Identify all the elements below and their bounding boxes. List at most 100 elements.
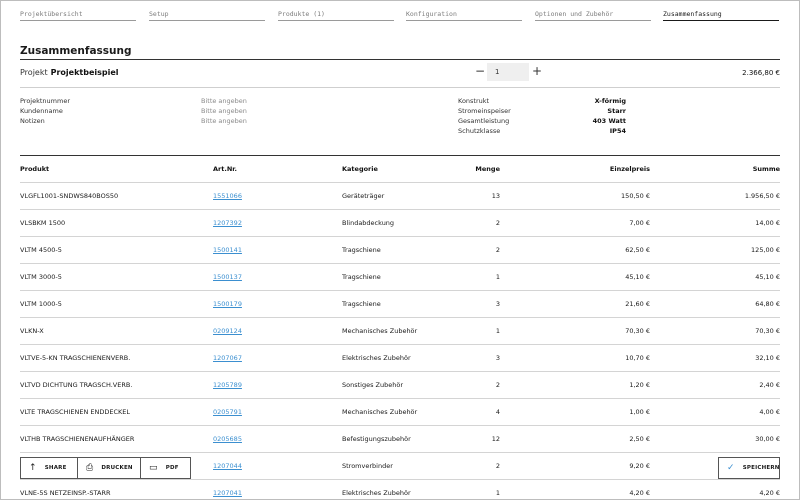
cell-produkt: VLTVE-5-KN TRAGSCHIENENVERB. <box>20 354 131 362</box>
project-total: 2.366,80 € <box>742 69 780 77</box>
table-row: VLKN-X 0209124 Mechanisches Zubehör 1 70,30 … <box>20 318 780 345</box>
cell-produkt: VLKN-X <box>20 327 44 335</box>
article-number-link[interactable]: 1500137 <box>213 273 242 281</box>
cell-summe: 45,10 € <box>755 273 780 281</box>
save-button[interactable]: ✓ SPEICHERN <box>718 457 780 479</box>
cell-menge: 13 <box>491 192 500 200</box>
table-row: VLNE-5S NETZEINSP.-STARR 1207041 Elektrisc… <box>20 480 780 500</box>
cell-menge: 3 <box>495 354 500 362</box>
info-key: Projektnummer <box>20 97 71 105</box>
cell-produkt: VLSBKM 1500 <box>20 219 66 227</box>
article-number-link[interactable]: 1500141 <box>213 246 242 254</box>
info-row-projektnummer: Projektnummer Bitte angeben <box>20 96 270 106</box>
cell-einzelpreis: 21,60 € <box>625 300 650 308</box>
print-button[interactable]: ⎙ DRUCKEN <box>77 457 141 479</box>
info-value: IP54 <box>609 127 626 135</box>
step-setup[interactable]: Setup <box>149 10 265 21</box>
printer-icon: ⎙ <box>86 463 94 473</box>
header-artnr: Art.Nr. <box>213 165 238 173</box>
save-label: SPEICHERN <box>742 465 780 471</box>
pdf-label: PDF <box>165 465 179 471</box>
info-value-input[interactable]: Bitte angeben <box>201 107 247 115</box>
project-info-right: Konstrukt X-förmig Stromeinspeiser Starr G… <box>458 96 628 136</box>
table-row: VLTM 1000-5 1500179 Tragschiene 3 21,60 €64,… <box>20 291 780 318</box>
quantity-plus-button[interactable]: + <box>531 63 543 81</box>
info-row-schutzklasse: Schutzklasse IP54 <box>458 126 628 136</box>
product-table: Produkt Art.Nr. Kategorie Menge Einzelpr… <box>20 156 780 500</box>
cell-menge: 1 <box>495 273 500 281</box>
cell-menge: 1 <box>495 327 500 335</box>
cell-summe: 30,00 € <box>755 435 780 443</box>
info-value-input[interactable]: Bitte angeben <box>201 97 247 105</box>
step-optionen[interactable]: Optionen und Zubehör <box>535 10 651 21</box>
info-row-gesamtleistung: Gesamtleistung 403 Watt <box>458 116 628 126</box>
table-row: VLSBKM 1500 1207392 Blindabdeckung 2 7,00 €1… <box>20 210 780 237</box>
header-einzelpreis: Einzelpreis <box>609 165 650 173</box>
pdf-button[interactable]: ▭ PDF <box>140 457 191 479</box>
step-produkte[interactable]: Produkte (1) <box>278 10 394 21</box>
cell-einzelpreis: 9,20 € <box>629 462 650 470</box>
cell-artnr: 1551066 <box>213 183 323 209</box>
header-menge: Menge <box>475 165 500 173</box>
divider <box>20 87 780 88</box>
table-header: Produkt Art.Nr. Kategorie Menge Einzelpr… <box>20 156 780 183</box>
cell-summe: 14,00 € <box>755 219 780 227</box>
table-row: VLTVE-5-KN TRAGSCHIENENVERB. 1207067 Elekt… <box>20 345 780 372</box>
article-number-link[interactable]: 0205791 <box>213 408 242 416</box>
cell-produkt: VLTM 3000-5 <box>20 273 62 281</box>
project-label: Projekt Projektbeispiel <box>20 68 119 77</box>
share-button[interactable]: ↑ SHARE <box>20 457 78 479</box>
article-number-link[interactable]: 1207044 <box>213 462 242 470</box>
info-key: Gesamtleistung <box>458 117 510 125</box>
article-number-link[interactable]: 1207041 <box>213 489 242 497</box>
info-value: 403 Watt <box>592 117 626 125</box>
info-key: Stromeinspeiser <box>458 107 511 115</box>
table-row: VLTM 3000-5 1500137 Tragschiene 1 45,10 €45,… <box>20 264 780 291</box>
header-summe: Summe <box>752 165 780 173</box>
cell-menge: 12 <box>491 435 500 443</box>
cell-summe: 64,80 € <box>755 300 780 308</box>
article-number-link[interactable]: 1500179 <box>213 300 242 308</box>
article-number-link[interactable]: 1207067 <box>213 354 242 362</box>
article-number-link[interactable]: 0205685 <box>213 435 242 443</box>
quantity-minus-button[interactable]: − <box>474 63 486 81</box>
cell-summe: 4,00 € <box>759 408 780 416</box>
cell-produkt: VLTVD DICHTUNG TRAGSCH.VERB. <box>20 381 133 389</box>
cell-einzelpreis: 7,00 € <box>629 219 650 227</box>
info-value: Starr <box>607 107 626 115</box>
info-value-input[interactable]: Bitte angeben <box>201 117 247 125</box>
cell-einzelpreis: 2,50 € <box>629 435 650 443</box>
cell-produkt: VLGFL1001-SNDWS840BOS50 <box>20 192 119 200</box>
cell-produkt: VLNE-5S NETZEINSP.-STARR <box>20 489 111 497</box>
quantity-input[interactable]: 1 <box>487 63 529 81</box>
cell-summe: 70,30 € <box>755 327 780 335</box>
page-title: Zusammenfassung <box>20 45 132 57</box>
project-info-left: Projektnummer Bitte angeben Kundenname Bit… <box>20 96 270 126</box>
cell-artnr: 0205791 <box>213 399 323 425</box>
article-number-link[interactable]: 1207392 <box>213 219 242 227</box>
table-row: VLGFL1001-SNDWS840BOS50 1551066 Geräteträg… <box>20 183 780 210</box>
step-projektuebersicht[interactable]: Projektübersicht <box>20 10 136 21</box>
step-konfiguration[interactable]: Konfiguration <box>406 10 522 21</box>
step-navigation: Projektübersicht Setup Produkte (1) Konf… <box>20 10 780 22</box>
article-number-link[interactable]: 1551066 <box>213 192 242 200</box>
divider <box>20 59 780 60</box>
cell-artnr: 1205789 <box>213 372 323 398</box>
table-body: VLGFL1001-SNDWS840BOS50 1551066 Geräteträg… <box>20 183 780 500</box>
cell-summe: 1.956,50 € <box>744 192 780 200</box>
info-key: Kundenname <box>20 107 63 115</box>
cell-artnr: 1500141 <box>213 237 323 263</box>
table-row: VLTM 4500-5 1500141 Tragschiene 2 62,50 €125… <box>20 237 780 264</box>
cell-einzelpreis: 45,10 € <box>625 273 650 281</box>
cell-einzelpreis: 4,20 € <box>629 489 650 497</box>
project-name: Projektbeispiel <box>50 68 119 77</box>
cell-menge: 2 <box>495 219 500 227</box>
info-row-konstrukt: Konstrukt X-förmig <box>458 96 628 106</box>
article-number-link[interactable]: 1205789 <box>213 381 242 389</box>
cell-summe: 32,10 € <box>755 354 780 362</box>
step-zusammenfassung[interactable]: Zusammenfassung <box>663 10 779 21</box>
cell-einzelpreis: 1,20 € <box>629 381 650 389</box>
cell-einzelpreis: 62,50 € <box>625 246 650 254</box>
article-number-link[interactable]: 0209124 <box>213 327 242 335</box>
cell-menge: 1 <box>495 489 500 497</box>
